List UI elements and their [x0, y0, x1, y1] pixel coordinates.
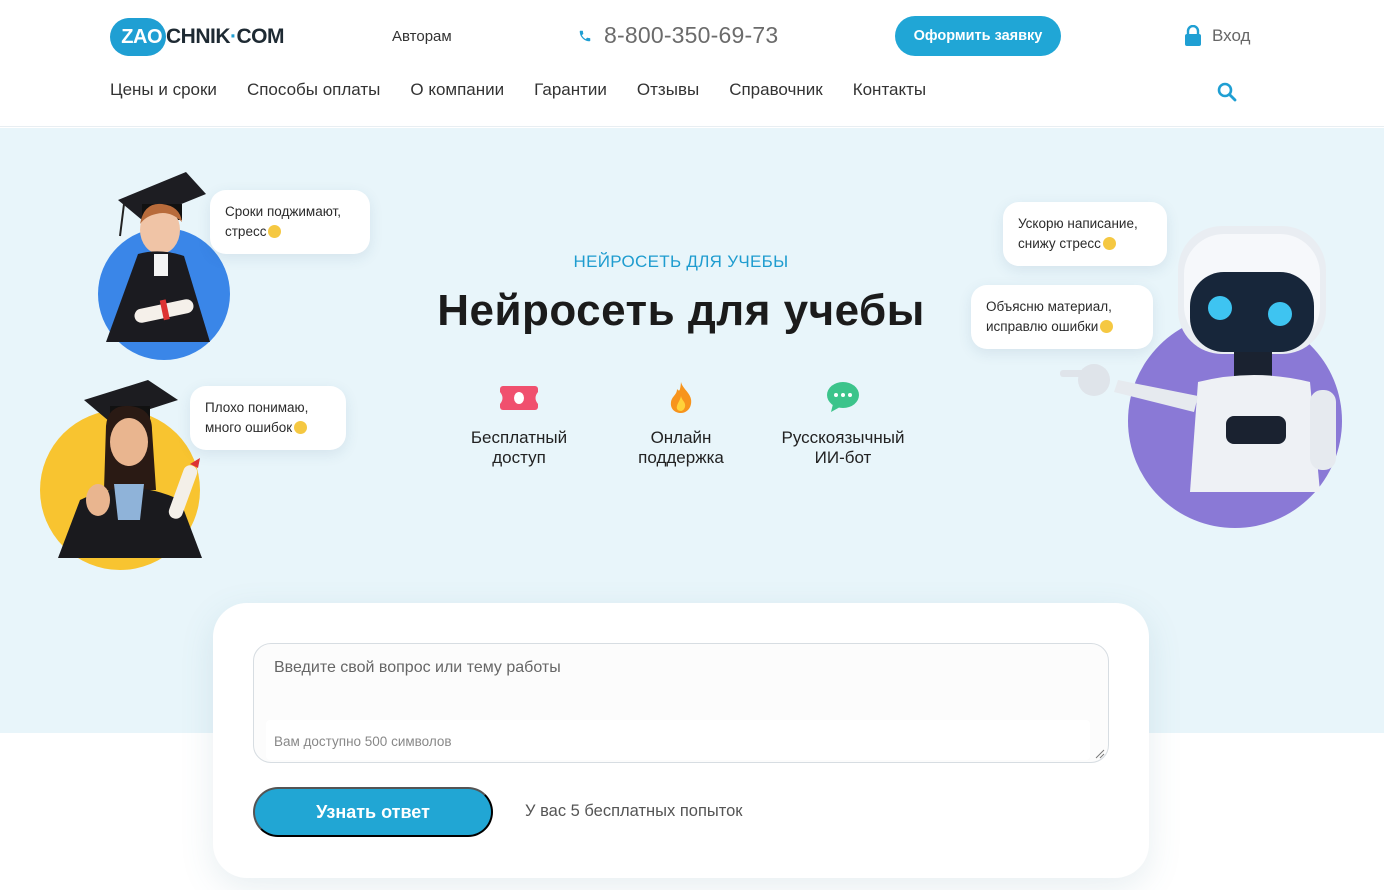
emoji-icon [1102, 237, 1116, 250]
main-nav: Цены и сроки Способы оплаты О компании Г… [110, 80, 926, 100]
student-bubble-1: Сроки поджимают, стресс [210, 190, 370, 254]
login-link[interactable]: Вход [1184, 25, 1250, 47]
robot-bubble-1: Ускорю написание, снижу стресс [1003, 202, 1167, 266]
nav-item-payment[interactable]: Способы оплаты [247, 80, 380, 100]
nav-item-reference[interactable]: Справочник [729, 80, 823, 100]
feature-online-support: Онлайн поддержка [596, 380, 766, 468]
char-limit-hint: Вам доступно 500 символов [274, 734, 452, 749]
feature-russian-bot: Русскоязычный ИИ-бот [758, 380, 928, 468]
authors-link[interactable]: Авторам [392, 28, 452, 45]
question-placeholder: Введите свой вопрос или тему работы [274, 659, 561, 676]
attempts-counter: У вас 5 бесплатных попыток [525, 802, 743, 820]
flame-icon [670, 382, 692, 413]
nav-item-prices[interactable]: Цены и сроки [110, 80, 217, 100]
student-bubble-2: Плохо понимаю, много ошибок [190, 386, 346, 450]
nav-item-contacts[interactable]: Контакты [853, 80, 926, 100]
thumbs-up-icon [1100, 320, 1114, 333]
question-textarea[interactable]: Введите свой вопрос или тему работы Вам … [253, 643, 1109, 763]
nav-item-guarantees[interactable]: Гарантии [534, 80, 607, 100]
emoji-icon [294, 421, 308, 434]
char-limit-strip: Вам доступно 500 символов [266, 720, 1090, 760]
logo[interactable]: ZAO CHNIK·COM [110, 18, 284, 56]
phone-link[interactable]: 8-800-350-69-73 [578, 22, 778, 49]
feature-free-access: Бесплатный доступ [434, 380, 604, 468]
robot-bubble-2: Объясню материал, исправлю ошибки [971, 285, 1153, 349]
site-header: ZAO CHNIK·COM Авторам 8-800-350-69-73 Оф… [0, 0, 1384, 127]
emoji-icon [268, 225, 282, 238]
order-button[interactable]: Оформить заявку [895, 16, 1061, 56]
ticket-icon [500, 386, 538, 410]
chat-icon [827, 382, 859, 412]
question-form-card: Введите свой вопрос или тему работы Вам … [213, 603, 1149, 878]
login-label: Вход [1212, 26, 1251, 45]
phone-icon [579, 30, 591, 41]
resize-grip-icon[interactable] [1095, 749, 1105, 759]
lock-icon [1185, 25, 1201, 46]
nav-item-about[interactable]: О компании [410, 80, 504, 100]
search-icon[interactable] [1217, 82, 1237, 102]
phone-number: 8-800-350-69-73 [604, 22, 779, 48]
get-answer-button[interactable]: Узнать ответ [253, 787, 493, 837]
nav-item-reviews[interactable]: Отзывы [637, 80, 699, 100]
logo-wordmark: CHNIK·COM [166, 25, 284, 48]
logo-badge: ZAO [110, 18, 166, 56]
